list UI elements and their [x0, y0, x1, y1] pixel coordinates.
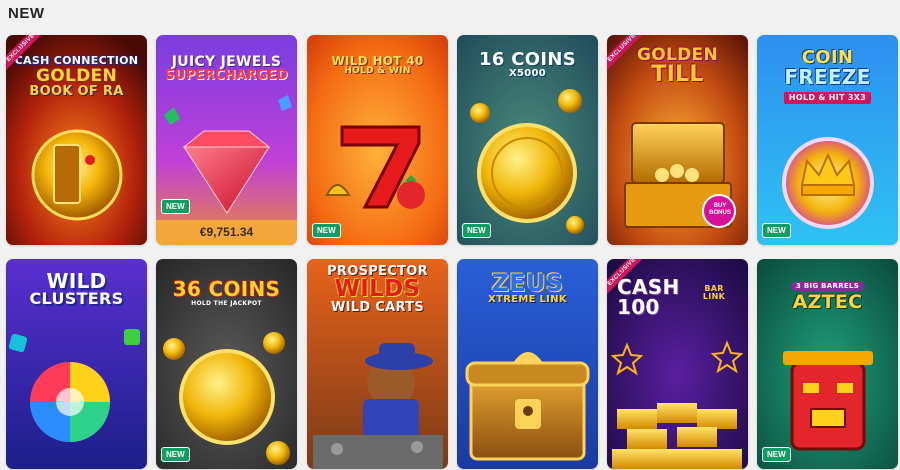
- game-card-coin-freeze[interactable]: COIN FREEZE HOLD & HIT 3x3 NEW: [757, 35, 898, 245]
- game-title: JUICY JEWELS SUPERCHARGED: [165, 54, 288, 83]
- games-grid: EXCLUSIVE CASH CONNECTION GOLDEN BOOK OF…: [0, 0, 900, 470]
- game-title: WILD HOT 40 HOLD & WIN: [331, 54, 424, 76]
- game-title: 36 COINS HOLD THE JACKPOT: [172, 277, 281, 307]
- game-title: WILD CLUSTERS: [29, 269, 124, 308]
- new-badge: NEW: [161, 199, 190, 214]
- game-card-36-coins[interactable]: 36 COINS HOLD THE JACKPOT NEW: [156, 259, 297, 469]
- game-card-3-big-barrels-aztec[interactable]: 3 BIG BARRELS AZTEC NEW: [757, 259, 898, 469]
- game-card-prospector-wilds-wild-carts[interactable]: PROSPECTOR WILDS WILD CARTS: [307, 259, 448, 469]
- game-card-cash-100[interactable]: EXCLUSIVE CASH 100 BAR LINK: [607, 259, 748, 469]
- game-card-16-coins[interactable]: 16 COINS x5000 NEW: [457, 35, 598, 245]
- new-badge: NEW: [161, 447, 190, 462]
- new-badge: NEW: [312, 223, 341, 238]
- game-card-golden-till[interactable]: EXCLUSIVE GOLDEN TILL BUY BONUS: [607, 35, 748, 245]
- game-card-wild-hot-40[interactable]: WILD HOT 40 HOLD & WIN NEW: [307, 35, 448, 245]
- game-title: CASH CONNECTION GOLDEN BOOK OF RA: [14, 54, 139, 99]
- game-title: PROSPECTOR WILDS WILD CARTS: [327, 264, 428, 315]
- game-title: ZEUS XTREME LINK: [488, 269, 567, 305]
- new-badge: NEW: [462, 223, 491, 238]
- game-card-cash-connection-golden-book-of-ra[interactable]: EXCLUSIVE CASH CONNECTION GOLDEN BOOK OF…: [6, 35, 147, 245]
- game-title: COIN FREEZE HOLD & HIT 3x3: [783, 47, 872, 104]
- game-title: 16 COINS x5000: [479, 49, 576, 79]
- game-card-juicy-jewels-supercharged[interactable]: JUICY JEWELS SUPERCHARGED NEW €9,751.34: [156, 35, 297, 245]
- buy-bonus-tag: BUY BONUS: [709, 203, 731, 216]
- game-card-wild-clusters[interactable]: WILD CLUSTERS: [6, 259, 147, 469]
- game-title: GOLDEN TILL: [637, 45, 718, 87]
- game-card-zeus-xtreme-link[interactable]: ZEUS XTREME LINK: [457, 259, 598, 469]
- jackpot-amount: €9,751.34: [156, 220, 297, 245]
- new-badge: NEW: [762, 447, 791, 462]
- game-title: 3 BIG BARRELS AZTEC: [790, 282, 865, 313]
- new-badge: NEW: [762, 223, 791, 238]
- game-title: CASH 100 BAR LINK: [617, 275, 726, 319]
